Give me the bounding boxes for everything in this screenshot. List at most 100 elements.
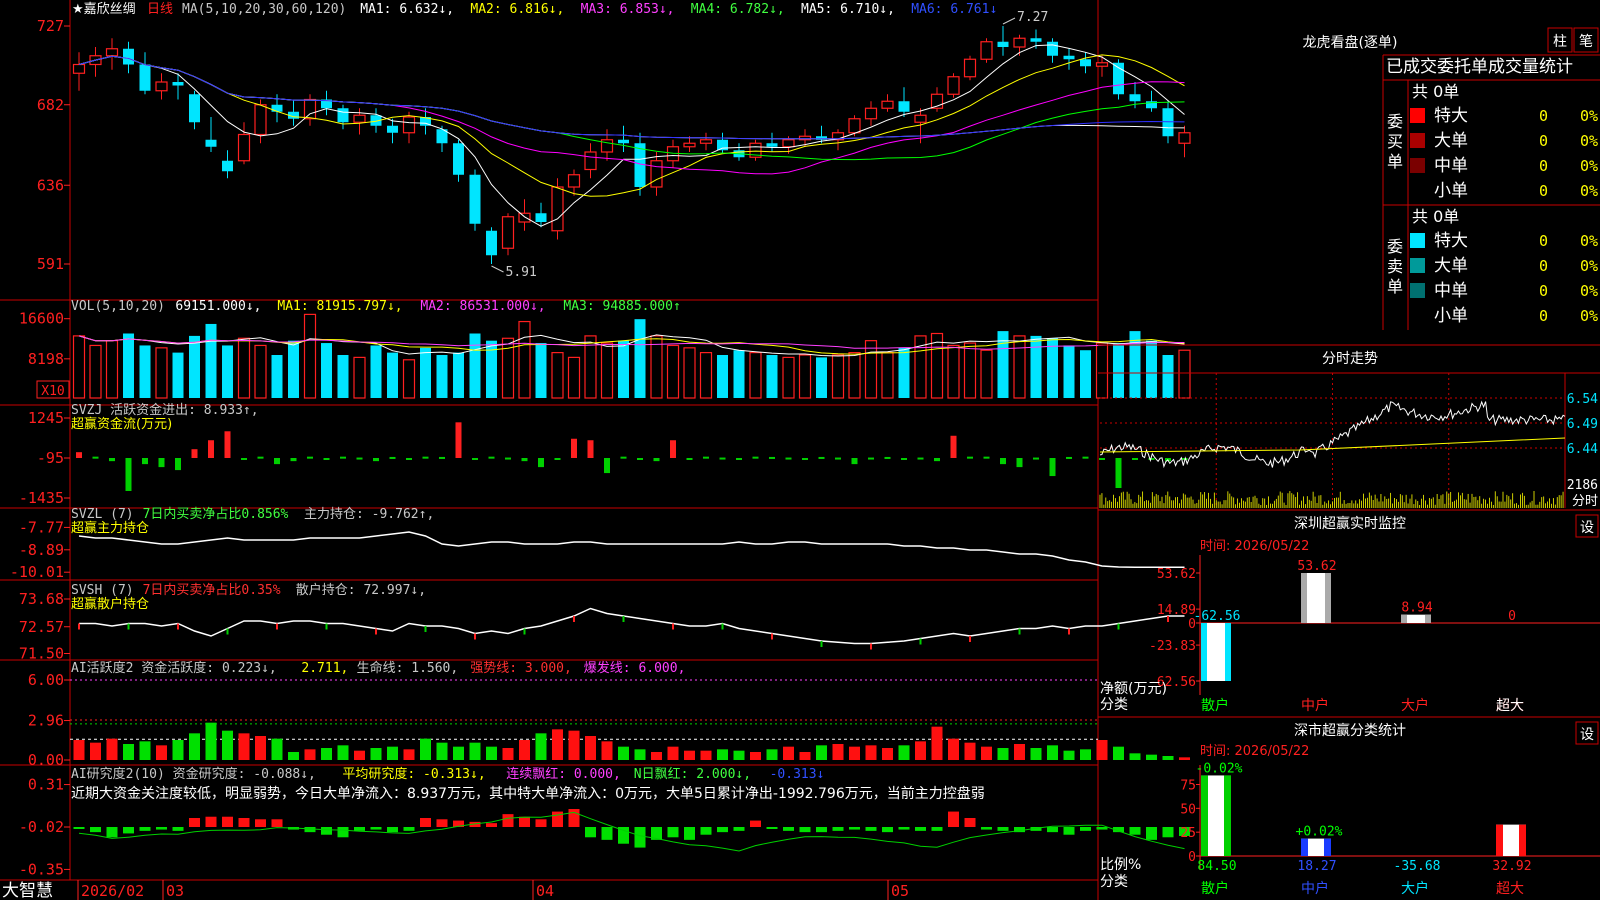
cls-value-label: 84.50 (1197, 859, 1236, 874)
candle-body (634, 143, 646, 187)
ai1-bar (436, 742, 448, 760)
svzj-bar (719, 457, 726, 460)
ai1-bar (1179, 757, 1190, 760)
ai2-bar (882, 827, 893, 833)
volume-bar (453, 352, 464, 398)
ma-title-1: MA1: 6.632↓, (360, 2, 454, 17)
ai1-bar (1146, 754, 1157, 760)
svzj-bar (109, 458, 115, 462)
svzj-subtitle: 超赢资金流(万元) (71, 416, 172, 432)
svzj-bar (851, 458, 858, 465)
volume-bar (139, 345, 151, 398)
volume-bar (271, 355, 283, 398)
vol-unit-label: X10 (41, 384, 64, 399)
fs-unit-label: 分时 (1572, 494, 1598, 509)
svzj-bar (554, 458, 561, 460)
svzj-bar (1016, 458, 1023, 468)
svzj-bar (604, 458, 610, 474)
volume-bar (551, 352, 564, 399)
mon-bar-1 (1301, 573, 1331, 623)
cls-tick-label: 25 (1180, 826, 1196, 841)
candle-body (1080, 59, 1091, 67)
ai2-bar (337, 827, 349, 838)
ai1-bar (139, 741, 151, 760)
volume-bar (436, 355, 448, 398)
ai1-bar (865, 745, 877, 760)
ai1-bar (238, 733, 250, 760)
volume-bar (254, 344, 267, 399)
buy-row-value: 0 (1539, 157, 1548, 175)
cls-value-label: 18.27 (1297, 859, 1336, 874)
ai2-bar (1162, 827, 1174, 838)
ai1-bar (321, 748, 332, 760)
ai1-title-1: 2.711, (301, 661, 348, 676)
ai1-bar (750, 752, 761, 760)
candle-body (402, 116, 416, 134)
volume-bar (898, 347, 910, 398)
candle-body (72, 63, 86, 74)
ai2-bar (321, 827, 332, 835)
cls-value-label: 32.92 (1492, 859, 1531, 874)
svzj-bar (835, 457, 841, 460)
cls-bar-edge (1324, 838, 1331, 856)
ai1-title-0: AI活跃度2 资金活跃度: 0.223↓, (71, 660, 277, 676)
ai2-bar (684, 827, 695, 840)
buy-row-pct: 0% (1580, 157, 1598, 175)
ai2-bar (1047, 827, 1058, 833)
ai1-bar (73, 740, 85, 760)
svzl-title-1: 7日内买卖净占比0.856% (143, 506, 289, 522)
svzl-tick-label: -7.77 (19, 518, 64, 536)
fs-title: 分时走势 (1322, 351, 1378, 367)
ai2-bar (156, 827, 167, 830)
ai1-bar (634, 749, 646, 760)
mon-tick-label: 14.89 (1157, 603, 1196, 618)
ai2-bar (1129, 827, 1141, 835)
volume-bar (237, 337, 251, 399)
svzl-title-0: SVZL (7) (71, 507, 134, 522)
ai2-bar (1096, 827, 1108, 830)
volume-bar (1013, 335, 1026, 399)
ai2-bar (73, 827, 85, 829)
candle-body (237, 133, 251, 162)
ai1-bar (667, 746, 679, 760)
mon-bar-edge (1225, 623, 1231, 681)
ai2-bar (123, 827, 134, 834)
cls-category-label: 散户 (1201, 880, 1229, 897)
ai1-bar (1063, 750, 1075, 760)
svzj-bar (637, 458, 643, 460)
ai1-bar (1030, 748, 1042, 760)
ai1-bar (700, 750, 712, 760)
svzj-bar (752, 456, 759, 459)
ai1-bar (288, 752, 299, 760)
svzj-bar (967, 456, 973, 459)
ai1-bar (255, 736, 266, 760)
volume-bar (749, 352, 762, 399)
svzj-bar (1000, 458, 1006, 465)
volume-bar (1178, 349, 1191, 399)
ai1-bar (156, 745, 167, 760)
svzj-bar (538, 458, 544, 468)
svzl-title-2: 主力持仓: -9.762↑, (304, 507, 434, 522)
ai1-bar (106, 738, 118, 760)
svzj-bar (884, 456, 891, 459)
sell-row-pct: 0% (1580, 307, 1598, 325)
ai2-bar (519, 816, 530, 827)
svzj-bar (406, 458, 412, 460)
volume-bar (222, 345, 233, 398)
mon-bar-label: 0 (1508, 609, 1516, 624)
buy-swatch (1410, 158, 1425, 173)
mon-xlabel: 分类 (1100, 697, 1128, 713)
buy-row-value: 0 (1539, 132, 1548, 150)
svzj-bar (439, 456, 445, 459)
ai1-bar (997, 748, 1009, 760)
sell-row-pct: 0% (1580, 257, 1598, 275)
ai1-tick-label: 0.00 (28, 751, 64, 769)
ai2-bar (552, 811, 563, 827)
ai2-bar (255, 819, 266, 827)
mon-ylabel: 净额(万元) (1100, 681, 1167, 697)
ai1-bar (981, 746, 992, 760)
candle-body (254, 104, 267, 136)
bar-view-label: 柱 (1553, 34, 1567, 50)
volume-bar (370, 345, 382, 398)
ai1-bar (403, 749, 415, 760)
